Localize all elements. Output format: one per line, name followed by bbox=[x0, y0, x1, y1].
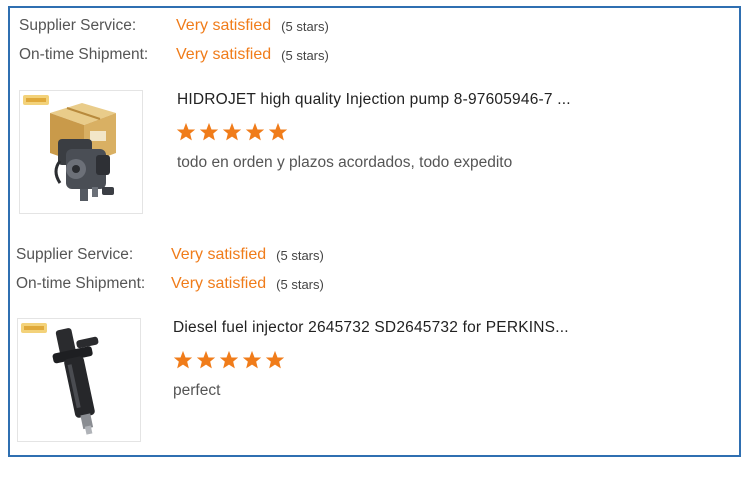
review-comment: perfect bbox=[173, 382, 221, 399]
supplier-service-rating: Supplier Service: Very satisfied (5 star… bbox=[16, 244, 324, 266]
product-title[interactable]: Diesel fuel injector 2645732 SD2645732 f… bbox=[173, 319, 569, 337]
product-title[interactable]: HIDROJET high quality Injection pump 8-9… bbox=[177, 91, 571, 109]
star-icon bbox=[222, 122, 242, 141]
shipment-value: Very satisfied bbox=[176, 46, 272, 63]
star-rating bbox=[173, 350, 285, 370]
shipment-label: On-time Shipment: bbox=[19, 46, 149, 63]
star-icon bbox=[265, 350, 285, 369]
shipment-label: On-time Shipment: bbox=[16, 275, 146, 292]
supplier-service-stars-text: (5 stars) bbox=[276, 247, 324, 263]
injection-pump-icon bbox=[50, 103, 116, 201]
reviews-panel: Supplier Service: Very satisfied (5 star… bbox=[8, 6, 741, 457]
product-thumbnail[interactable] bbox=[19, 90, 143, 214]
shipment-stars-text: (5 stars) bbox=[276, 276, 324, 292]
seller-logo bbox=[21, 323, 47, 333]
star-icon bbox=[173, 350, 193, 369]
seller-logo bbox=[23, 95, 49, 105]
star-rating bbox=[176, 122, 288, 142]
star-icon bbox=[219, 350, 239, 369]
star-icon bbox=[242, 350, 262, 369]
supplier-service-label: Supplier Service: bbox=[16, 246, 134, 263]
supplier-service-value: Very satisfied bbox=[176, 17, 272, 34]
supplier-service-rating: Supplier Service: Very satisfied (5 star… bbox=[19, 15, 329, 37]
fuel-injector-icon bbox=[52, 328, 99, 435]
supplier-service-label: Supplier Service: bbox=[19, 17, 137, 34]
shipment-rating: On-time Shipment: Very satisfied (5 star… bbox=[19, 44, 329, 66]
star-icon bbox=[245, 122, 265, 141]
shipment-rating: On-time Shipment: Very satisfied (5 star… bbox=[16, 273, 324, 295]
supplier-service-value: Very satisfied bbox=[171, 246, 267, 263]
star-icon bbox=[196, 350, 216, 369]
shipment-value: Very satisfied bbox=[171, 275, 267, 292]
product-thumbnail[interactable] bbox=[17, 318, 141, 442]
star-icon bbox=[268, 122, 288, 141]
review-comment: todo en orden y plazos acordados, todo e… bbox=[177, 154, 513, 171]
shipment-stars-text: (5 stars) bbox=[281, 47, 329, 63]
star-icon bbox=[199, 122, 219, 141]
star-icon bbox=[176, 122, 196, 141]
supplier-service-stars-text: (5 stars) bbox=[281, 18, 329, 34]
